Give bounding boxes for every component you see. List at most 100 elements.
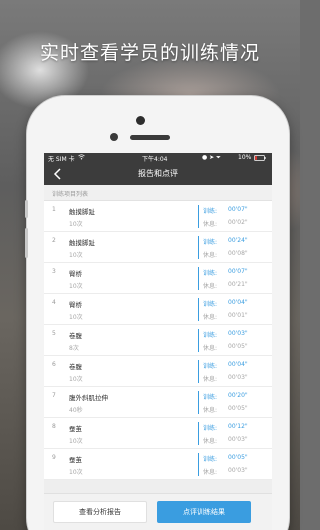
rest-label: 休息:: [203, 314, 218, 321]
rest-label: 休息:: [203, 221, 218, 228]
rest-label: 休息:: [203, 283, 218, 290]
rest-time: 00'05": [228, 343, 248, 350]
list-item[interactable]: 2 触摸脚趾 10次 训练: 00'24" 休息: 00'08": [44, 232, 272, 263]
item-count: 10次: [69, 314, 83, 321]
train-time: 00'04": [228, 299, 248, 306]
rest-label: 休息:: [203, 438, 218, 445]
item-count: 10次: [69, 438, 83, 445]
status-bar: 无 SIM 卡 下午4:04 ● ➤ ⏷ 10%: [44, 153, 272, 163]
item-number: 1: [52, 206, 56, 213]
train-label: 训练:: [203, 394, 218, 401]
item-count: 10次: [69, 283, 83, 290]
rest-label: 休息:: [203, 469, 218, 476]
train-time: 00'24": [228, 237, 248, 244]
item-name: 腹外斜肌拉伸: [69, 394, 108, 402]
divider-bar: [198, 205, 199, 228]
status-time: 下午4:04: [142, 156, 168, 163]
train-time: 00'07": [228, 206, 248, 213]
rest-time: 00'03": [228, 436, 248, 443]
item-number: 9: [52, 454, 56, 461]
phone-sensor: [110, 133, 118, 141]
rest-label: 休息:: [203, 252, 218, 259]
list-item[interactable]: 5 卷腹 8次 训练: 00'03" 休息: 00'05": [44, 325, 272, 356]
train-time: 00'07": [228, 268, 248, 275]
exercise-list: 1 触摸脚趾 10次 训练: 00'07" 休息: 00'02" 2 触摸脚趾 …: [44, 201, 272, 480]
divider-bar: [198, 236, 199, 259]
item-name: 蚕茧: [69, 456, 82, 464]
review-results-button[interactable]: 点评训练结果: [157, 501, 251, 523]
page-title: 报告和点评: [138, 169, 178, 178]
list-item[interactable]: 7 腹外斜肌拉伸 40秒 训练: 00'20" 休息: 00'05": [44, 387, 272, 418]
train-time: 00'12": [228, 423, 248, 430]
list-item[interactable]: 3 臀桥 10次 训练: 00'07" 休息: 00'21": [44, 263, 272, 294]
item-number: 2: [52, 237, 56, 244]
list-item[interactable]: 6 卷腹 10次 训练: 00'04" 休息: 00'03": [44, 356, 272, 387]
item-count: 10次: [69, 376, 83, 383]
rest-time: 00'03": [228, 374, 248, 381]
item-count: 10次: [69, 221, 83, 228]
section-header: 训练项目列表: [44, 185, 272, 201]
rest-label: 休息:: [203, 407, 218, 414]
divider-bar: [198, 422, 199, 445]
rest-time: 00'03": [228, 467, 248, 474]
rest-time: 00'08": [228, 250, 248, 257]
headline: 实时查看学员的训练情况: [39, 42, 260, 64]
list-item[interactable]: 9 蚕茧 10次 训练: 00'05" 休息: 00'03": [44, 449, 272, 480]
train-label: 训练:: [203, 301, 218, 308]
item-number: 4: [52, 299, 56, 306]
list-item[interactable]: 1 触摸脚趾 10次 训练: 00'07" 休息: 00'02": [44, 201, 272, 232]
item-number: 3: [52, 268, 56, 275]
item-name: 触摸脚趾: [69, 239, 95, 247]
train-time: 00'03": [228, 330, 248, 337]
train-label: 训练:: [203, 270, 218, 277]
divider-bar: [198, 298, 199, 321]
list-item[interactable]: 4 臀桥 10次 训练: 00'04" 休息: 00'01": [44, 294, 272, 325]
wifi-icon: [78, 154, 85, 162]
divider-bar: [198, 329, 199, 352]
phone-side-button: [25, 200, 28, 218]
rest-time: 00'21": [228, 281, 248, 288]
battery-percent: 10%: [238, 154, 252, 161]
phone-speaker: [130, 135, 170, 140]
list-item[interactable]: 8 蚕茧 10次 训练: 00'12" 休息: 00'03": [44, 418, 272, 449]
nav-bar: 报告和点评: [44, 163, 272, 185]
item-name: 蚕茧: [69, 425, 82, 433]
item-number: 7: [52, 392, 56, 399]
item-name: 臀桥: [69, 270, 82, 278]
rest-time: 00'01": [228, 312, 248, 319]
train-time: 00'20": [228, 392, 248, 399]
item-name: 臀桥: [69, 301, 82, 309]
item-number: 6: [52, 361, 56, 368]
bottom-action-bar: 查看分析报告 点评训练结果: [44, 493, 272, 530]
item-name: 卷腹: [69, 332, 82, 340]
divider-bar: [198, 453, 199, 476]
phone-side-button: [25, 228, 28, 258]
app-screen: 无 SIM 卡 下午4:04 ● ➤ ⏷ 10% 报告和点评 训练项目列表 1 …: [44, 153, 272, 530]
train-time: 00'04": [228, 361, 248, 368]
phone-camera: [136, 116, 145, 125]
item-count: 10次: [69, 252, 83, 259]
item-number: 5: [52, 330, 56, 337]
rest-time: 00'05": [228, 405, 248, 412]
battery-icon: [254, 155, 266, 163]
train-label: 训练:: [203, 332, 218, 339]
train-label: 训练:: [203, 363, 218, 370]
rest-label: 休息:: [203, 376, 218, 383]
item-name: 卷腹: [69, 363, 82, 371]
divider-bar: [198, 360, 199, 383]
rest-time: 00'02": [228, 219, 248, 226]
divider-bar: [198, 267, 199, 290]
item-number: 8: [52, 423, 56, 430]
carrier-text: 无 SIM 卡: [48, 156, 75, 163]
train-time: 00'05": [228, 454, 248, 461]
train-label: 训练:: [203, 239, 218, 246]
item-count: 40秒: [69, 407, 83, 414]
item-name: 触摸脚趾: [69, 208, 95, 216]
status-icons: ● ➤ ⏷: [202, 154, 221, 161]
rest-label: 休息:: [203, 345, 218, 352]
divider-bar: [198, 391, 199, 414]
item-count: 10次: [69, 469, 83, 476]
view-report-button[interactable]: 查看分析报告: [53, 501, 147, 523]
train-label: 训练:: [203, 208, 218, 215]
item-count: 8次: [69, 345, 79, 352]
